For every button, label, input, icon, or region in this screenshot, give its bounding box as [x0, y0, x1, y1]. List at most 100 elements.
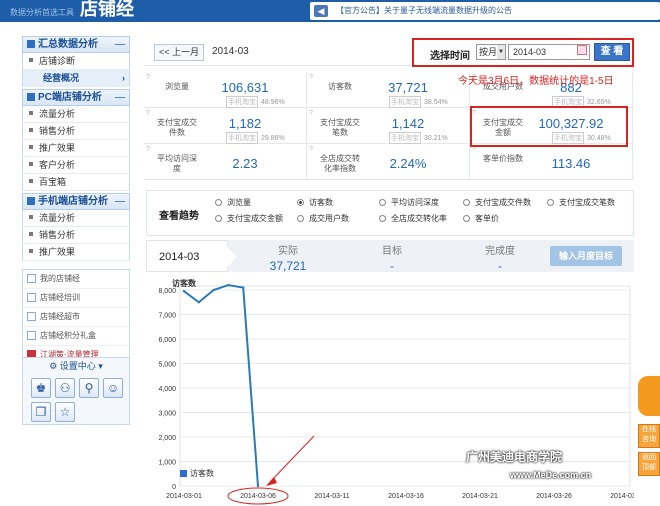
metric-cell: ? 访客数 37,721 手机淘宝 38.54% [307, 72, 470, 108]
sidebar-section-header[interactable]: 汇总数据分析 — [22, 36, 130, 53]
trend-option[interactable]: 访客数 [297, 197, 333, 208]
help-icon[interactable]: ? [146, 146, 150, 153]
radio-icon[interactable] [463, 215, 470, 222]
x-tick-label: 2014-03-16 [388, 493, 424, 500]
user-search-icon[interactable]: ⚲ [79, 378, 99, 398]
sidebar-item[interactable]: 推广效果 [22, 244, 130, 261]
metric-value: 2.23 [232, 156, 258, 171]
select-time-label: 选择时间 [430, 51, 470, 62]
y-tick-label: 3,000 [158, 411, 176, 418]
sidebar-section-header[interactable]: 手机端店铺分析 — [22, 193, 130, 210]
trend-option[interactable]: 全店成交转化率 [379, 213, 447, 224]
bullet-icon [29, 215, 33, 219]
legend-checkbox[interactable] [180, 470, 187, 477]
trend-option[interactable]: 支付宝成交笔数 [547, 197, 615, 208]
trend-option[interactable]: 客单价 [463, 213, 499, 224]
tool-link[interactable]: 店铺经培训 [23, 289, 129, 308]
collapse-icon[interactable]: — [115, 194, 125, 209]
period-select[interactable]: 按月 ▼ [476, 44, 506, 60]
data-point[interactable] [256, 484, 260, 488]
metric-cell: ? 支付宝成交件数 1,182 手机淘宝 29.86% [144, 108, 307, 144]
sidebar-item[interactable]: 推广效果 [22, 140, 130, 157]
actual-value: 37,721 [269, 259, 307, 273]
data-point[interactable] [242, 286, 245, 289]
trend-option[interactable]: 平均访问深度 [379, 197, 439, 208]
radio-icon[interactable] [379, 215, 386, 222]
sidebar-item[interactable]: 销售分析 [22, 123, 130, 140]
help-icon[interactable]: ? [309, 146, 313, 153]
x-tick-label: 2014-03-01 [166, 493, 202, 500]
sidebar-item[interactable]: 经营概况 › [22, 70, 130, 87]
back-to-top-button[interactable]: 返回顶部 [638, 452, 660, 476]
tools-list: 我的店铺经 店铺经培训 店铺经超市 店铺经积分礼盒 江湖策-流量管理 [22, 269, 130, 366]
y-tick-label: 6,000 [158, 337, 176, 344]
notice-text[interactable]: 【官方公告】关于量子无线端流量数据升级的公告 [336, 5, 512, 16]
notice-bar[interactable]: ◀ 【官方公告】关于量子无线端流量数据升级的公告 [310, 2, 660, 20]
radio-icon[interactable] [215, 199, 222, 206]
input-target-button[interactable]: 输入月度目标 [550, 246, 622, 266]
sidebar-section-header[interactable]: PC端店铺分析 — [22, 89, 130, 106]
sidebar-item[interactable]: 店铺诊断 [22, 53, 130, 70]
current-month: 2014-03 [212, 46, 249, 57]
chevron-right-icon: › [122, 73, 125, 83]
sidebar-item[interactable]: 百宝箱 [22, 174, 130, 191]
trend-option[interactable]: 支付宝成交金额 [215, 213, 283, 224]
tool-link[interactable]: 我的店铺经 [23, 270, 129, 289]
prev-month-button[interactable]: << 上一月 [154, 44, 204, 61]
chef-icon[interactable]: ♚ [31, 378, 51, 398]
help-icon[interactable]: ? [309, 74, 313, 81]
logo[interactable]: 数据分析首选工具 店铺经 [10, 0, 134, 22]
help-icon[interactable]: ? [309, 110, 313, 117]
legend-label: 访客数 [190, 468, 214, 478]
tool-icon [27, 274, 36, 283]
radio-icon[interactable] [297, 215, 304, 222]
metric-label: 浏览量 [165, 82, 189, 91]
radio-icon[interactable] [547, 199, 554, 206]
bullet-icon [29, 58, 33, 62]
trend-option[interactable]: 成交用户数 [297, 213, 349, 224]
help-icon[interactable]: ? [146, 110, 150, 117]
radio-icon[interactable] [463, 199, 470, 206]
collapse-icon[interactable]: — [115, 90, 125, 105]
radio-icon[interactable] [379, 199, 386, 206]
radio-icon[interactable] [215, 215, 222, 222]
tool-link[interactable]: 店铺经超市 [23, 308, 129, 327]
data-point[interactable] [182, 290, 186, 293]
star-icon[interactable]: ☆ [55, 402, 75, 422]
y-tick-label: 2,000 [158, 435, 176, 442]
tool-link[interactable]: 店铺经积分礼盒 [23, 327, 129, 346]
settings-title[interactable]: ⚙ 设置中心 ▾ [23, 358, 129, 374]
watermark-url: www.MeDe.com.cn [510, 470, 592, 480]
x-tick-label: 2014-03-21 [462, 493, 498, 500]
sidebar-item[interactable]: 客户分析 [22, 157, 130, 174]
target-value: - [390, 259, 394, 273]
y-tick-label: 5,000 [158, 362, 176, 369]
bullet-icon [29, 179, 33, 183]
x-tick-label: 2014-03-06 [240, 493, 276, 500]
data-point[interactable] [197, 301, 200, 304]
user-add-icon[interactable]: ☺ [103, 378, 123, 398]
group-icon[interactable]: ⚇ [55, 378, 75, 398]
trend-label: 查看趋势 [159, 211, 199, 222]
data-point[interactable] [227, 283, 230, 287]
data-point[interactable] [212, 288, 215, 292]
radio-icon[interactable] [297, 199, 304, 206]
metric-label: 平均访问深度 [157, 154, 197, 173]
sidebar-item[interactable]: 流量分析 [22, 210, 130, 227]
view-button[interactable]: 查 看 [594, 43, 630, 61]
summary-row: 2014-03 实际 37,721 目标 - 完成度 - 输入月度目标 [146, 240, 634, 273]
online-consult-button[interactable]: 在线咨询 [638, 424, 660, 448]
help-icon[interactable]: ? [146, 74, 150, 81]
calendar-icon[interactable] [577, 45, 587, 55]
mobile-share: 手机淘宝 30.21% [389, 132, 448, 144]
metric-cell: ? 客单价指数 113.46 [470, 144, 633, 180]
collapse-icon[interactable]: — [115, 37, 125, 52]
y-tick-label: 8,000 [158, 288, 176, 295]
copy-icon[interactable]: ❐ [31, 402, 51, 422]
sidebar-item[interactable]: 流量分析 [22, 106, 130, 123]
trend-option[interactable]: 支付宝成交件数 [463, 197, 531, 208]
tool-icon [27, 293, 36, 302]
help-icon[interactable]: ? [472, 146, 476, 153]
trend-option[interactable]: 浏览量 [215, 197, 251, 208]
sidebar-item[interactable]: 销售分析 [22, 227, 130, 244]
